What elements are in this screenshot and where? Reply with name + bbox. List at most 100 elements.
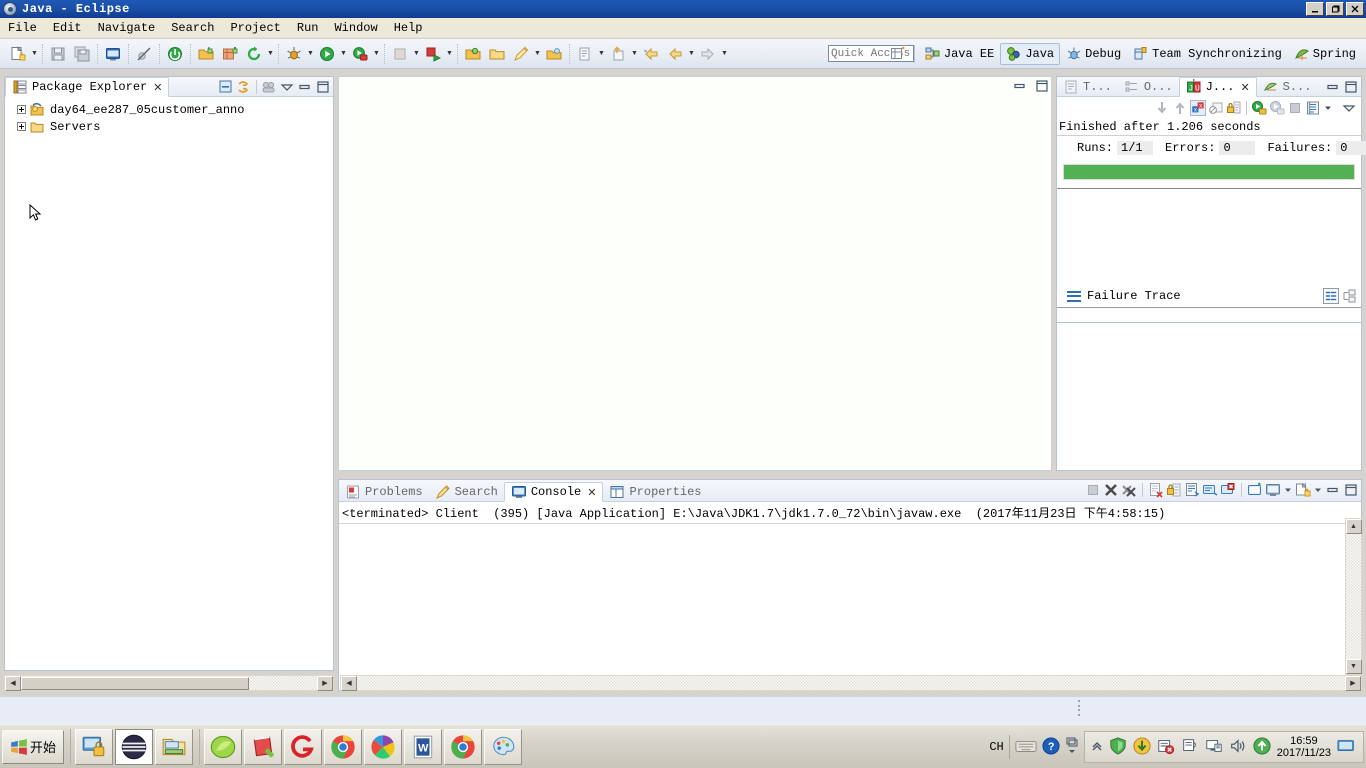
perspective-team-synchronizing[interactable]: Team Synchronizing [1127, 43, 1288, 65]
back-history-icon[interactable] [640, 43, 662, 65]
new-wizard-icon[interactable] [7, 43, 29, 65]
scroll-left-arrow-icon[interactable]: ◀ [341, 675, 357, 691]
download-icon[interactable] [1133, 736, 1151, 758]
compare-result-icon[interactable] [1323, 288, 1339, 304]
clock[interactable]: 16:59 2017/11/23 [1277, 735, 1331, 759]
open-folder-2-icon[interactable] [486, 43, 508, 65]
help-icon[interactable]: ? [1042, 736, 1060, 758]
stop-dropdown-icon[interactable]: ▼ [412, 43, 421, 65]
show-desktop-icon[interactable] [75, 728, 113, 765]
remove-device-icon[interactable] [1157, 737, 1175, 758]
close-button[interactable] [1346, 2, 1364, 16]
stack-filter-icon[interactable] [1341, 288, 1357, 304]
forward-history-icon[interactable] [664, 43, 686, 65]
new-jsp-icon[interactable] [102, 43, 124, 65]
expand-icon[interactable] [17, 105, 26, 114]
pin-console-icon[interactable] [1220, 482, 1236, 498]
menu-window[interactable]: Window [326, 19, 385, 37]
new-folder-icon[interactable] [195, 43, 217, 65]
new-java-class-icon[interactable] [219, 43, 241, 65]
test-run-history-icon[interactable] [1305, 100, 1321, 116]
tab-properties[interactable]: Properties [603, 482, 707, 501]
expand-icon[interactable] [17, 122, 26, 131]
view-menu-icon[interactable] [1341, 100, 1357, 116]
debug-dropdown-icon[interactable]: ▼ [306, 43, 315, 65]
open-console-icon[interactable] [1247, 482, 1263, 498]
search-dropdown-icon[interactable]: ▼ [533, 43, 542, 65]
next-annotation-dropdown-icon[interactable]: ▼ [597, 43, 606, 65]
restore-button[interactable] [1326, 2, 1344, 16]
debug-icon[interactable] [283, 43, 305, 65]
maximize-icon[interactable] [1343, 482, 1359, 498]
run-server-dropdown-icon[interactable]: ▼ [372, 43, 381, 65]
scroll-down-arrow-icon[interactable]: ▼ [1345, 659, 1362, 674]
tab-outline[interactable]: O... [1118, 77, 1179, 96]
publish-dropdown-icon[interactable]: ▼ [445, 43, 454, 65]
show-hidden-icons-icon[interactable] [1091, 739, 1103, 756]
view-menu-icon[interactable] [279, 79, 295, 95]
perspective-spring[interactable]: Spring [1288, 43, 1362, 65]
stop-icon[interactable] [1287, 100, 1303, 116]
app-qq-game-icon[interactable] [284, 728, 322, 765]
scroll-right-arrow-icon[interactable]: ▶ [1345, 675, 1361, 691]
scroll-track[interactable] [1346, 534, 1361, 659]
app-chrome-2-icon[interactable] [444, 728, 482, 765]
stop-icon[interactable] [389, 43, 411, 65]
start-button[interactable]: 开始 [2, 729, 64, 764]
scroll-lock-icon[interactable] [1166, 482, 1182, 498]
link-with-editor-icon[interactable] [236, 79, 252, 95]
console-vscrollbar[interactable]: ▲ ▼ [1345, 518, 1362, 675]
remove-launch-icon[interactable] [1103, 482, 1119, 498]
maximize-icon[interactable] [1034, 78, 1050, 94]
menu-project[interactable]: Project [222, 19, 288, 37]
open-folder-icon[interactable] [462, 43, 484, 65]
monitor-icon[interactable] [1205, 737, 1223, 758]
remove-all-terminated-icon[interactable] [1121, 482, 1137, 498]
forward-icon[interactable] [697, 43, 719, 65]
close-icon[interactable]: ✕ [587, 486, 596, 499]
clear-console-icon[interactable] [1148, 482, 1164, 498]
last-edit-location-icon[interactable] [607, 43, 629, 65]
previous-failure-icon[interactable] [1172, 100, 1188, 116]
tab-console[interactable]: Console ✕ [503, 482, 604, 502]
save-icon[interactable] [47, 43, 69, 65]
dropdown-arrow-icon[interactable] [1323, 100, 1333, 116]
run-dropdown-icon[interactable]: ▼ [339, 43, 348, 65]
scroll-up-arrow-icon[interactable]: ▲ [1345, 519, 1362, 534]
scroll-thumb[interactable] [21, 676, 249, 690]
run-on-server-icon[interactable] [349, 43, 371, 65]
app-color-browser-icon[interactable] [364, 728, 402, 765]
package-explorer-hscrollbar[interactable]: ◀ ▶ [4, 675, 334, 691]
collapse-all-icon[interactable] [218, 79, 234, 95]
save-all-icon[interactable] [71, 43, 93, 65]
perspective-java-ee[interactable]: Java EE [919, 43, 1000, 65]
maximize-icon[interactable] [1343, 79, 1359, 95]
new-console-view-icon[interactable] [1295, 482, 1311, 498]
open-task-icon[interactable] [543, 43, 565, 65]
window-switch-icon[interactable] [1065, 736, 1079, 759]
console-output[interactable] [339, 524, 1361, 684]
menu-edit[interactable]: Edit [45, 19, 90, 37]
minimize-icon[interactable] [1012, 78, 1028, 94]
tree-item-servers[interactable]: Servers [7, 118, 331, 135]
menu-search[interactable]: Search [163, 19, 222, 37]
display-selected-console-icon[interactable] [1265, 482, 1281, 498]
menu-help[interactable]: Help [386, 19, 431, 37]
tab-junit[interactable]: JU J... ✕ [1178, 77, 1257, 97]
rerun-test-icon[interactable] [1251, 100, 1267, 116]
volume-icon[interactable] [1229, 737, 1247, 758]
minimize-icon[interactable] [297, 79, 313, 95]
shield-green-icon[interactable] [1109, 736, 1127, 758]
next-failure-icon[interactable] [1154, 100, 1170, 116]
menu-navigate[interactable]: Navigate [90, 19, 164, 37]
last-edit-dropdown-icon[interactable]: ▼ [630, 43, 639, 65]
run-icon[interactable] [316, 43, 338, 65]
keyboard-icon[interactable] [1015, 738, 1037, 757]
scroll-left-arrow-icon[interactable]: ◀ [5, 675, 21, 691]
app-notepad-plus-icon[interactable] [244, 728, 282, 765]
minimize-icon[interactable] [1325, 482, 1341, 498]
scroll-lock-icon[interactable] [1226, 100, 1242, 116]
ime-indicator[interactable]: CH [989, 740, 1003, 754]
new-wizard-dropdown-icon[interactable]: ▼ [30, 43, 39, 65]
browser-dark-icon[interactable] [115, 728, 153, 765]
